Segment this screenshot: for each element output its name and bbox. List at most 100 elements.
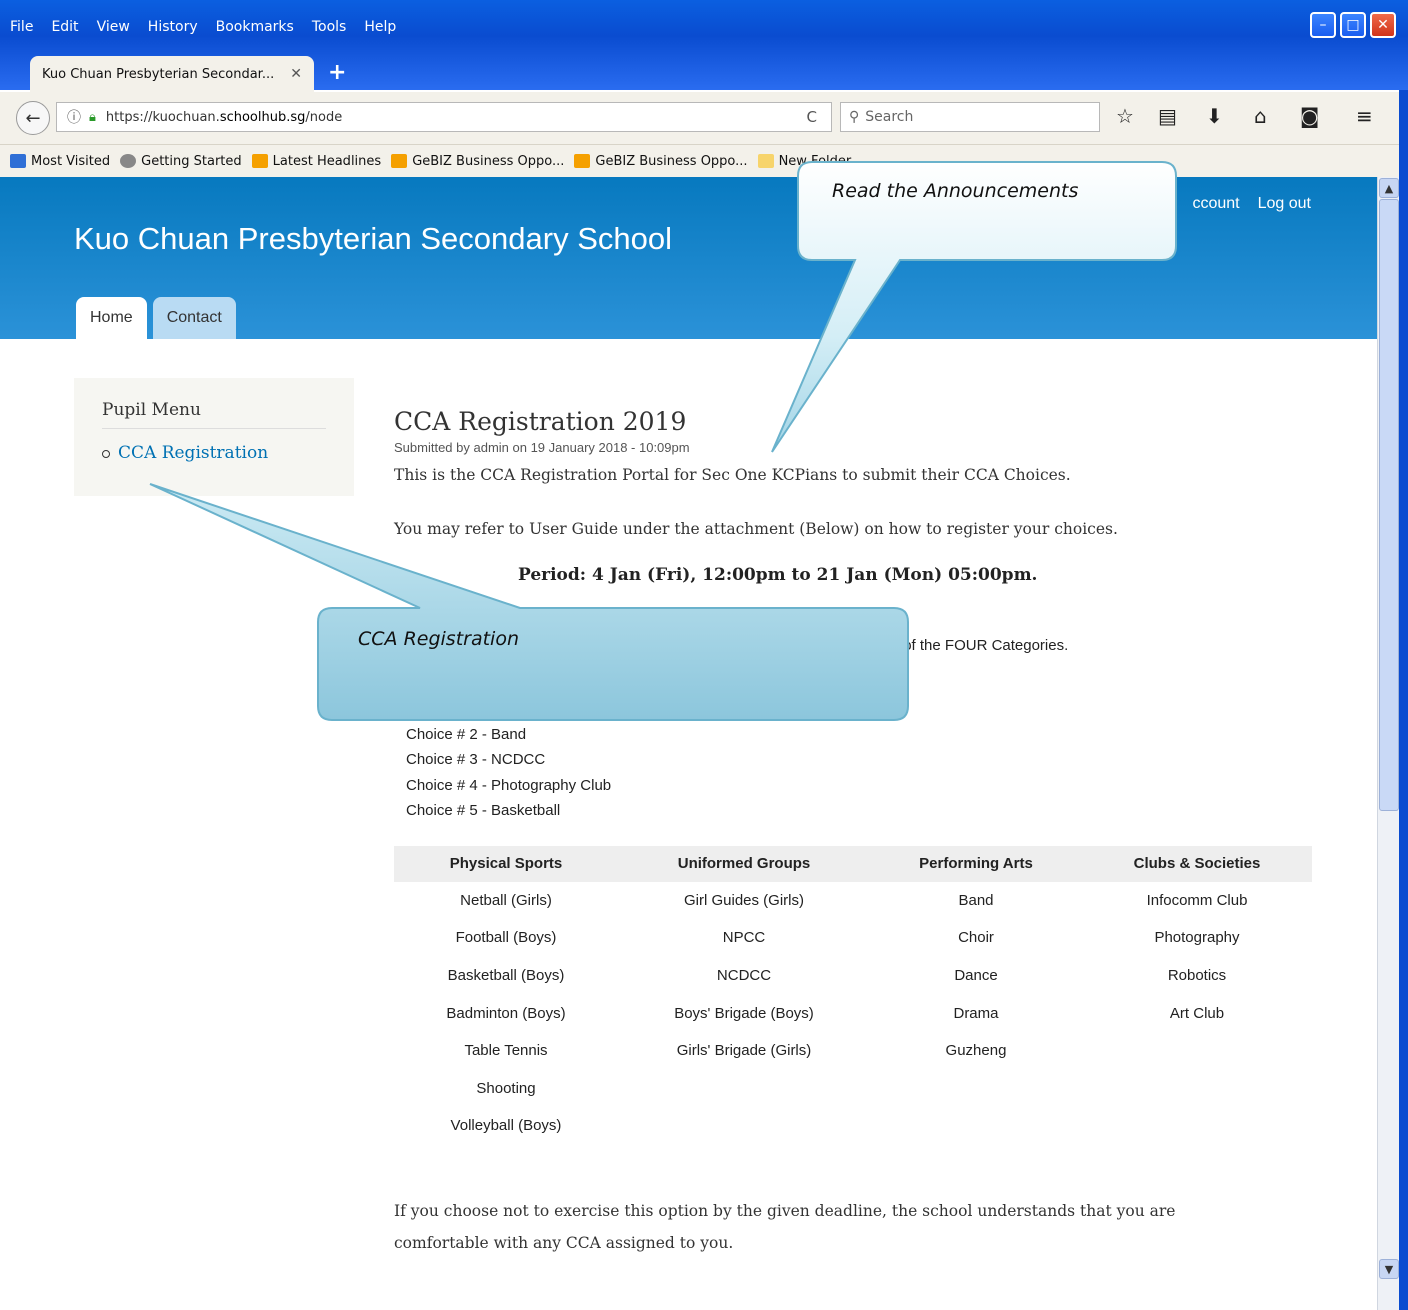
url-bar[interactable]: ⓘ 🔒︎ https://kuochuan.schoolhub.sg/node … bbox=[56, 102, 832, 132]
table-cell: Netball (Girls) bbox=[460, 891, 552, 909]
star-icon[interactable]: ☆ bbox=[1116, 104, 1134, 128]
table-row: Football (Boys) NPCC Choir Photography bbox=[394, 919, 1312, 957]
tab-strip: Kuo Chuan Presbyterian Secondar... ✕ + bbox=[0, 52, 1408, 92]
table-body: Netball (Girls) Girl Guides (Girls) Band In… bbox=[394, 882, 1312, 1145]
table-cell: NPCC bbox=[722, 929, 766, 947]
reload-icon[interactable]: C bbox=[807, 108, 817, 126]
rss-icon bbox=[251, 154, 268, 168]
instruction-text: n each of the FOUR Categories. bbox=[854, 637, 1069, 654]
close-window-button[interactable]: ✕ bbox=[1370, 12, 1396, 38]
table-cell bbox=[1082, 1107, 1312, 1145]
menu-view[interactable]: View bbox=[97, 19, 130, 35]
search-placeholder: Search bbox=[865, 109, 914, 125]
pocket-icon[interactable]: ◙ bbox=[1300, 104, 1319, 128]
folder-icon bbox=[757, 154, 774, 168]
home-icon[interactable]: ⌂ bbox=[1254, 104, 1267, 128]
registration-period: Period: 4 Jan (Fri), 12:00pm to 21 Jan (… bbox=[518, 565, 1038, 585]
table-row: Table Tennis Girls' Brigade (Girls) Guzhen… bbox=[394, 1032, 1312, 1070]
browser-tab[interactable]: Kuo Chuan Presbyterian Secondar... ✕ bbox=[30, 56, 314, 92]
scroll-thumb[interactable] bbox=[1379, 199, 1399, 811]
download-icon[interactable]: ⬇ bbox=[1206, 104, 1223, 128]
menu-edit[interactable]: Edit bbox=[51, 19, 78, 35]
maximize-button[interactable]: □ bbox=[1340, 12, 1366, 38]
lock-icon[interactable]: 🔒︎ bbox=[89, 110, 96, 125]
choice-item: Choice # 2 - Band bbox=[406, 725, 527, 743]
primary-menu: Home Contact bbox=[76, 297, 236, 339]
info-icon[interactable]: ⓘ bbox=[67, 107, 81, 127]
tab-contact[interactable]: Contact bbox=[152, 297, 236, 339]
scroll-down-icon[interactable]: ▼ bbox=[1379, 1259, 1399, 1279]
table-cell: Girl Guides (Girls) bbox=[683, 891, 804, 909]
rss-icon bbox=[574, 154, 591, 168]
site-header: Kuo Chuan Presbyterian Secondary School … bbox=[0, 177, 1377, 339]
menu-help[interactable]: Help bbox=[364, 19, 396, 35]
menu-bar: File Edit View History Bookmarks Tools H… bbox=[0, 8, 396, 46]
back-button[interactable]: ← bbox=[16, 101, 50, 135]
table-cell: Football (Boys) bbox=[455, 929, 557, 947]
table-cell: Boys' Brigade (Boys) bbox=[674, 1004, 814, 1022]
menu-history[interactable]: History bbox=[148, 19, 198, 35]
table-cell bbox=[870, 1069, 1082, 1107]
tab-close-icon[interactable]: ✕ bbox=[290, 66, 302, 82]
minimize-button[interactable]: – bbox=[1310, 12, 1336, 38]
bookmark-latest-headlines[interactable]: Latest Headlines bbox=[251, 154, 381, 169]
intro-paragraph: This is the CCA Registration Portal for … bbox=[394, 466, 1071, 484]
menu-tools[interactable]: Tools bbox=[312, 19, 347, 35]
table-cell: Basketball (Boys) bbox=[447, 966, 565, 984]
tab-title: Kuo Chuan Presbyterian Secondar... bbox=[42, 66, 275, 82]
tab-home[interactable]: Home bbox=[76, 297, 147, 339]
column-header: Clubs & Societies bbox=[1082, 845, 1312, 882]
cca-table: Physical Sports Uniformed Groups Perform… bbox=[394, 845, 1312, 1145]
table-cell: Badminton (Boys) bbox=[446, 1004, 566, 1022]
pupil-menu-block: Pupil Menu CCA Registration bbox=[74, 378, 354, 496]
table-cell: Drama bbox=[953, 1004, 999, 1022]
table-cell: Photography bbox=[1154, 929, 1240, 947]
table-cell: Dance bbox=[954, 966, 998, 984]
user-guide-paragraph: You may refer to User Guide under the at… bbox=[394, 520, 1118, 538]
column-header: Physical Sports bbox=[394, 845, 618, 882]
table-cell: Choir bbox=[958, 929, 994, 947]
table-cell: Guzheng bbox=[945, 1042, 1007, 1060]
table-cell bbox=[618, 1069, 870, 1107]
bookmark-new-folder[interactable]: New Folder bbox=[757, 154, 851, 169]
sidebar-item-cca-registration[interactable]: CCA Registration bbox=[102, 443, 326, 463]
table-row: Badminton (Boys) Boys' Brigade (Boys) Dram… bbox=[394, 994, 1312, 1032]
search-input[interactable]: ⚲ Search bbox=[840, 102, 1100, 132]
table-cell: Band bbox=[958, 891, 994, 909]
choice-item: Choice # 1 - Choir bbox=[406, 700, 527, 717]
logout-link[interactable]: Log out bbox=[1258, 195, 1311, 213]
secondary-menu: ccount Log out bbox=[1192, 195, 1311, 213]
menu-icon[interactable]: ≡ bbox=[1356, 104, 1373, 128]
vertical-scrollbar[interactable]: ▲ ▼ bbox=[1377, 177, 1400, 1310]
site-name[interactable]: Kuo Chuan Presbyterian Secondary School bbox=[74, 221, 672, 257]
search-icon: ⚲ bbox=[849, 109, 860, 125]
footer-line: comfortable with any CCA assigned to you… bbox=[394, 1233, 734, 1252]
web-page: Kuo Chuan Presbyterian Secondary School … bbox=[0, 177, 1377, 1310]
sidebar-title: Pupil Menu bbox=[102, 400, 326, 429]
scroll-up-icon[interactable]: ▲ bbox=[1379, 178, 1399, 198]
new-tab-button[interactable]: + bbox=[328, 60, 346, 85]
choice-item: Choice # 5 - Basketball bbox=[406, 802, 561, 819]
bookmark-getting-started[interactable]: Getting Started bbox=[120, 154, 242, 169]
table-cell: Volleyball (Boys) bbox=[450, 1117, 562, 1135]
bookmark-most-visited[interactable]: Most Visited bbox=[10, 154, 110, 169]
announcements-callout-text: Read the Announcements bbox=[832, 180, 1079, 202]
table-cell bbox=[1082, 1069, 1312, 1107]
table-cell: Shooting bbox=[476, 1079, 536, 1097]
choice-list: Choice # 1 - Choir Choice # 2 - Band Cho… bbox=[406, 696, 1354, 824]
table-cell: Infocomm Club bbox=[1146, 891, 1248, 909]
window-controls: – □ ✕ bbox=[1310, 12, 1396, 38]
bookmark-gebiz-1[interactable]: GeBIZ Business Oppo... bbox=[391, 154, 564, 169]
table-cell: Girls' Brigade (Girls) bbox=[676, 1042, 812, 1060]
column-header: Performing Arts bbox=[870, 845, 1082, 882]
globe-icon bbox=[120, 154, 137, 168]
menu-bookmarks[interactable]: Bookmarks bbox=[216, 19, 294, 35]
column-header: Uniformed Groups bbox=[618, 845, 870, 882]
reading-list-icon[interactable]: ▤ bbox=[1158, 104, 1177, 128]
menu-file[interactable]: File bbox=[10, 19, 33, 35]
choice-item: Choice # 4 - Photography Club bbox=[406, 776, 612, 794]
rss-icon bbox=[391, 154, 408, 168]
bullet-icon bbox=[102, 449, 110, 458]
bookmark-gebiz-2[interactable]: GeBIZ Business Oppo... bbox=[574, 154, 748, 169]
my-account-link[interactable]: ccount bbox=[1192, 195, 1239, 213]
